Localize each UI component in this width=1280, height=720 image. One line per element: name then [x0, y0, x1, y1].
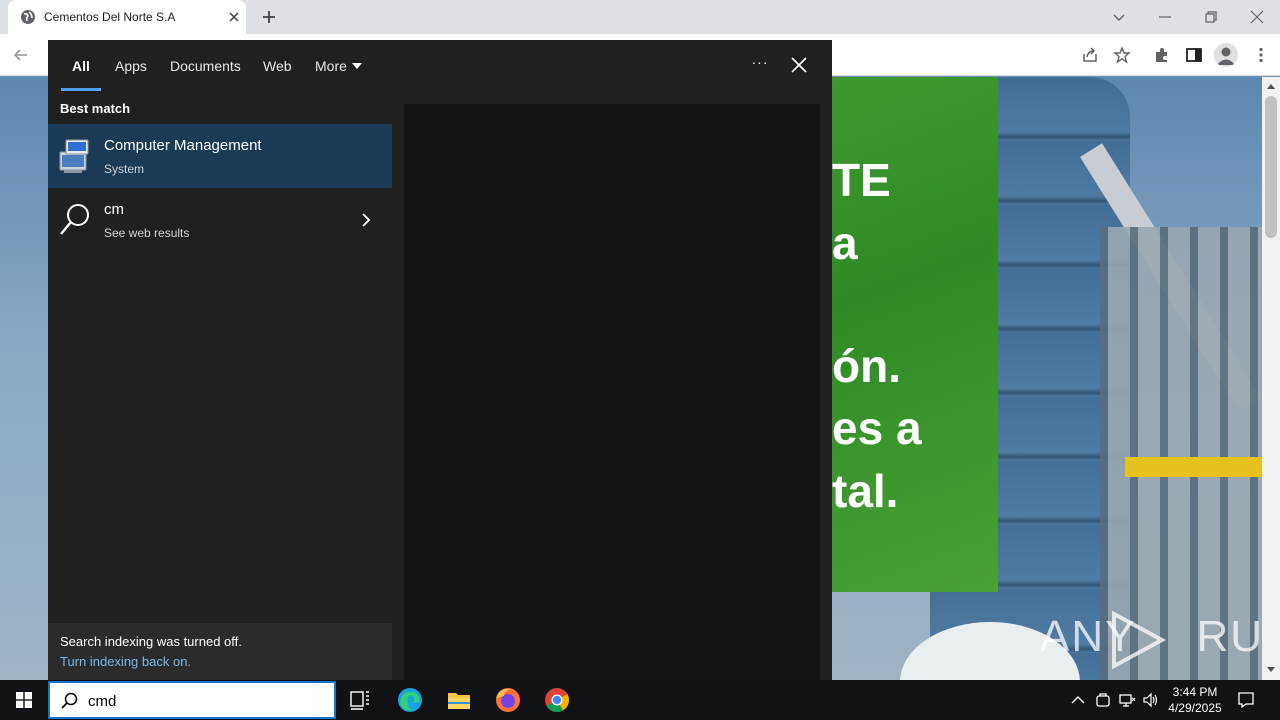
turn-indexing-on-link[interactable]: Turn indexing back on.: [60, 654, 191, 669]
chevron-up-icon[interactable]: [1069, 691, 1087, 709]
file-explorer-icon[interactable]: [439, 684, 479, 716]
scroll-thumb[interactable]: [1265, 96, 1277, 238]
tab-title: Cementos Del Norte S.A: [44, 10, 176, 24]
scroll-up-icon[interactable]: [1266, 82, 1276, 90]
firefox-icon[interactable]: [488, 684, 528, 716]
hero-text-line-5: tal.: [832, 465, 899, 517]
result-title: Computer Management: [104, 137, 262, 154]
browser-tab-strip: Cementos Del Norte S.A: [0, 0, 1280, 34]
tab-search-icon[interactable]: [1110, 8, 1128, 26]
safety-rail-image: [1125, 457, 1262, 477]
tab-apps[interactable]: Apps: [115, 58, 147, 74]
search-options-button[interactable]: ···: [748, 54, 772, 76]
globe-icon: [21, 10, 35, 24]
taskbar: 3:44 PM 4/29/2025: [0, 680, 1280, 720]
tab-documents[interactable]: Documents: [170, 58, 241, 74]
hero-text-line-1: TE: [832, 154, 891, 206]
clock-time: 3:44 PM: [1172, 685, 1218, 699]
browser-menu-icon[interactable]: [1252, 46, 1270, 64]
tab-web[interactable]: Web: [263, 58, 292, 74]
watermark-play-icon: [1112, 610, 1167, 670]
search-input[interactable]: [88, 689, 318, 713]
bookmark-star-icon[interactable]: [1113, 46, 1131, 64]
new-tab-icon[interactable]: [260, 8, 278, 26]
minimize-icon[interactable]: [1156, 8, 1174, 26]
network-icon[interactable]: [1118, 691, 1136, 709]
back-icon[interactable]: [12, 46, 30, 64]
best-match-header: Best match: [60, 101, 131, 116]
indexing-notice: Search indexing was turned off. Turn ind…: [48, 623, 392, 680]
windows-search-panel: All Apps Documents Web More ··· Best mat…: [48, 40, 832, 680]
edge-icon[interactable]: [390, 684, 430, 716]
indexing-message: Search indexing was turned off.: [60, 634, 242, 649]
windows-start-icon[interactable]: [0, 680, 48, 720]
search-icon: [60, 204, 89, 235]
security-icon[interactable]: [1094, 691, 1112, 709]
chevron-down-icon[interactable]: [352, 63, 362, 69]
chrome-icon[interactable]: [537, 684, 577, 716]
side-panel-icon[interactable]: [1185, 46, 1203, 64]
close-window-icon[interactable]: [1248, 8, 1266, 26]
profile-avatar[interactable]: [1214, 43, 1238, 67]
volume-icon[interactable]: [1142, 691, 1160, 709]
extensions-puzzle-icon[interactable]: [1153, 46, 1171, 64]
restore-icon[interactable]: [1202, 8, 1220, 26]
browser-tab[interactable]: Cementos Del Norte S.A: [8, 0, 246, 34]
hero-text-line-3: ón.: [832, 340, 901, 392]
active-tab-indicator: [61, 88, 101, 91]
result-web-search[interactable]: cm See web results: [48, 188, 392, 252]
result-subtitle: System: [104, 162, 145, 176]
result-preview-pane: [404, 104, 820, 680]
task-view-icon[interactable]: [340, 684, 380, 716]
person-icon: [1217, 47, 1235, 65]
search-results-column: Best match Computer Management System cm…: [48, 92, 392, 680]
share-icon[interactable]: [1081, 46, 1099, 64]
result-title: cm: [104, 201, 124, 218]
tab-all[interactable]: All: [72, 58, 90, 74]
taskbar-search-box[interactable]: [48, 681, 336, 719]
system-clock[interactable]: 3:44 PM 4/29/2025: [1162, 684, 1228, 716]
chevron-right-icon[interactable]: [360, 212, 372, 228]
close-search-icon[interactable]: [791, 57, 807, 73]
search-filter-tabs: All Apps Documents Web More ···: [48, 40, 832, 92]
result-subtitle: See web results: [104, 226, 190, 240]
result-computer-management[interactable]: Computer Management System: [48, 124, 392, 188]
computer-management-icon: [59, 139, 89, 173]
notification-icon[interactable]: [1236, 690, 1256, 710]
tab-more[interactable]: More: [315, 58, 347, 74]
clock-date: 4/29/2025: [1168, 701, 1222, 715]
close-tab-icon[interactable]: [226, 9, 242, 25]
hero-text-line-4: es a: [832, 402, 922, 454]
search-icon: [61, 692, 78, 709]
scroll-down-icon[interactable]: [1266, 666, 1276, 674]
hero-text-line-2: a: [832, 217, 858, 269]
